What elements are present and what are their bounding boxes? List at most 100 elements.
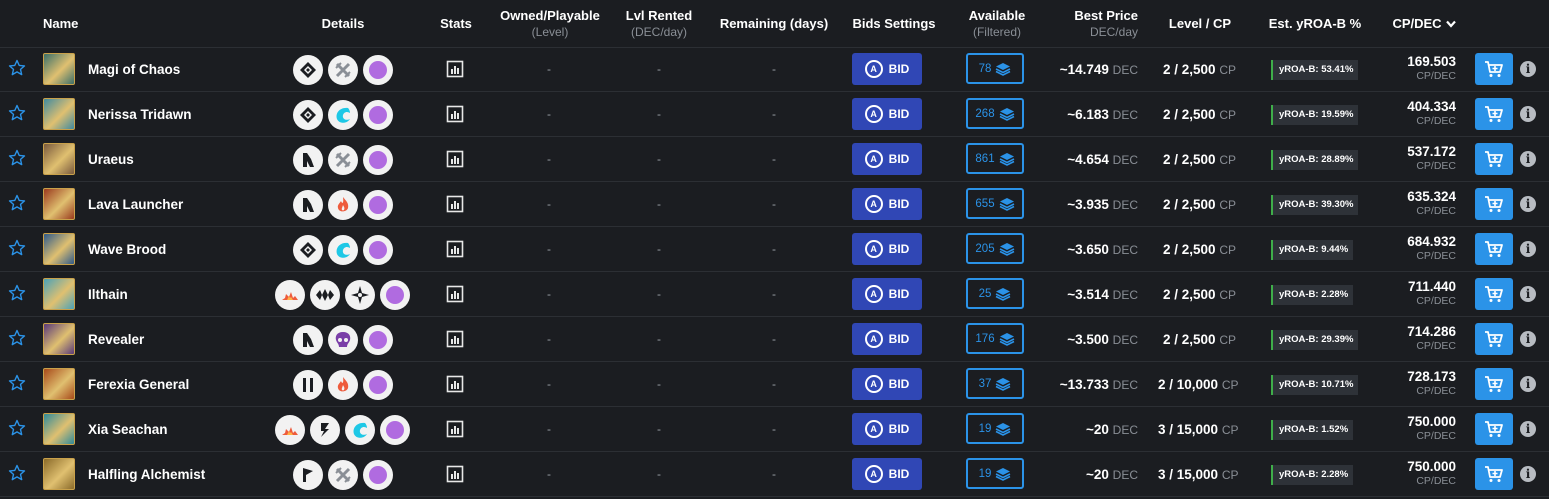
- header-yroa[interactable]: Est. yROA-B %: [1262, 0, 1368, 47]
- add-to-cart-button[interactable]: [1475, 143, 1513, 175]
- level-cp: 2 / 10,000 CP: [1158, 377, 1239, 392]
- stats-chart-icon[interactable]: [446, 420, 464, 438]
- stack-layers-icon: [999, 197, 1014, 211]
- card-name[interactable]: Ilthain: [88, 272, 128, 317]
- add-to-cart-button[interactable]: [1475, 368, 1513, 400]
- available-button[interactable]: 176: [966, 323, 1024, 354]
- add-to-cart-button[interactable]: [1475, 98, 1513, 130]
- info-icon[interactable]: i: [1520, 466, 1536, 482]
- available-button[interactable]: 19: [966, 413, 1024, 444]
- card-thumbnail[interactable]: [43, 53, 75, 85]
- lvl-rented-value: -: [657, 377, 661, 391]
- header-remaining[interactable]: Remaining (days): [712, 0, 836, 47]
- bid-button[interactable]: A BID: [852, 143, 922, 175]
- favorite-star-icon[interactable]: [8, 239, 26, 257]
- bid-button[interactable]: A BID: [852, 233, 922, 265]
- add-to-cart-button[interactable]: [1475, 458, 1513, 490]
- bid-button[interactable]: A BID: [852, 278, 922, 310]
- available-button[interactable]: 37: [966, 368, 1024, 399]
- card-name[interactable]: Wave Brood: [88, 227, 166, 272]
- bid-button[interactable]: A BID: [852, 413, 922, 445]
- header-name[interactable]: Name: [43, 0, 78, 47]
- favorite-star-icon[interactable]: [8, 284, 26, 302]
- info-icon[interactable]: i: [1520, 376, 1536, 392]
- bid-button[interactable]: A BID: [852, 188, 922, 220]
- yroa-badge: yROA-B: 53.41%: [1271, 60, 1359, 80]
- info-icon[interactable]: i: [1520, 61, 1536, 77]
- card-name[interactable]: Xia Seachan: [88, 407, 168, 452]
- bid-button[interactable]: A BID: [852, 98, 922, 130]
- best-price: ~4.654 DEC: [1067, 152, 1138, 167]
- bid-button[interactable]: A BID: [852, 458, 922, 490]
- add-to-cart-button[interactable]: [1475, 188, 1513, 220]
- add-to-cart-button[interactable]: [1475, 278, 1513, 310]
- stats-chart-icon[interactable]: [446, 240, 464, 258]
- favorite-star-icon[interactable]: [8, 104, 26, 122]
- available-button[interactable]: 205: [966, 233, 1024, 264]
- available-button[interactable]: 268: [966, 98, 1024, 129]
- available-button[interactable]: 861: [966, 143, 1024, 174]
- info-icon[interactable]: i: [1520, 151, 1536, 167]
- header-available[interactable]: Available (Filtered): [958, 0, 1036, 47]
- favorite-star-icon[interactable]: [8, 194, 26, 212]
- header-lvl-rented[interactable]: Lvl Rented (DEC/day): [614, 0, 704, 47]
- cart-plus-icon: [1485, 466, 1503, 482]
- card-thumbnail[interactable]: [43, 413, 75, 445]
- card-thumbnail[interactable]: [43, 233, 75, 265]
- favorite-star-icon[interactable]: [8, 419, 26, 437]
- info-icon[interactable]: i: [1520, 106, 1536, 122]
- card-thumbnail[interactable]: [43, 323, 75, 355]
- available-button[interactable]: 25: [966, 278, 1024, 309]
- available-button[interactable]: 78: [966, 53, 1024, 84]
- card-name[interactable]: Nerissa Tridawn: [88, 92, 192, 137]
- stats-chart-icon[interactable]: [446, 330, 464, 348]
- pause-bars-icon: [293, 370, 323, 400]
- bid-button[interactable]: A BID: [852, 53, 922, 85]
- stats-chart-icon[interactable]: [446, 60, 464, 78]
- card-thumbnail[interactable]: [43, 278, 75, 310]
- card-name[interactable]: Lava Launcher: [88, 182, 183, 227]
- available-button[interactable]: 19: [966, 458, 1024, 489]
- add-to-cart-button[interactable]: [1475, 413, 1513, 445]
- card-name[interactable]: Ferexia General: [88, 362, 189, 407]
- stats-chart-icon[interactable]: [446, 195, 464, 213]
- card-thumbnail[interactable]: [43, 188, 75, 220]
- favorite-star-icon[interactable]: [8, 149, 26, 167]
- card-name[interactable]: Revealer: [88, 317, 144, 362]
- rarity-diamond-icon: [293, 100, 323, 130]
- info-icon[interactable]: i: [1520, 196, 1536, 212]
- ability-arrow-icon: [293, 190, 323, 220]
- info-icon[interactable]: i: [1520, 241, 1536, 257]
- info-icon[interactable]: i: [1520, 421, 1536, 437]
- favorite-star-icon[interactable]: [8, 59, 26, 77]
- card-name[interactable]: Magi of Chaos: [88, 47, 180, 92]
- favorite-star-icon[interactable]: [8, 329, 26, 347]
- card-thumbnail[interactable]: [43, 368, 75, 400]
- add-to-cart-button[interactable]: [1475, 53, 1513, 85]
- cp-per-dec: 635.324 CP/DEC: [1407, 189, 1456, 217]
- favorite-star-icon[interactable]: [8, 374, 26, 392]
- add-to-cart-button[interactable]: [1475, 323, 1513, 355]
- card-name[interactable]: Halfling Alchemist: [88, 452, 205, 497]
- card-name[interactable]: Uraeus: [88, 137, 134, 182]
- stats-chart-icon[interactable]: [446, 285, 464, 303]
- stats-chart-icon[interactable]: [446, 375, 464, 393]
- available-button[interactable]: 655: [966, 188, 1024, 219]
- favorite-star-icon[interactable]: [8, 464, 26, 482]
- header-level-cp[interactable]: Level / CP: [1160, 0, 1240, 47]
- card-thumbnail[interactable]: [43, 98, 75, 130]
- bid-button[interactable]: A BID: [852, 368, 922, 400]
- stats-chart-icon[interactable]: [446, 150, 464, 168]
- card-thumbnail[interactable]: [43, 458, 75, 490]
- header-cpdec[interactable]: CP/DEC: [1389, 0, 1459, 47]
- ability-arrow-icon: [293, 325, 323, 355]
- info-icon[interactable]: i: [1520, 286, 1536, 302]
- card-thumbnail[interactable]: [43, 143, 75, 175]
- add-to-cart-button[interactable]: [1475, 233, 1513, 265]
- stats-chart-icon[interactable]: [446, 105, 464, 123]
- bid-button[interactable]: A BID: [852, 323, 922, 355]
- stats-chart-icon[interactable]: [446, 465, 464, 483]
- info-icon[interactable]: i: [1520, 331, 1536, 347]
- header-owned[interactable]: Owned/Playable (Level): [492, 0, 608, 47]
- header-best-price[interactable]: Best Price DEC/day: [1058, 0, 1138, 47]
